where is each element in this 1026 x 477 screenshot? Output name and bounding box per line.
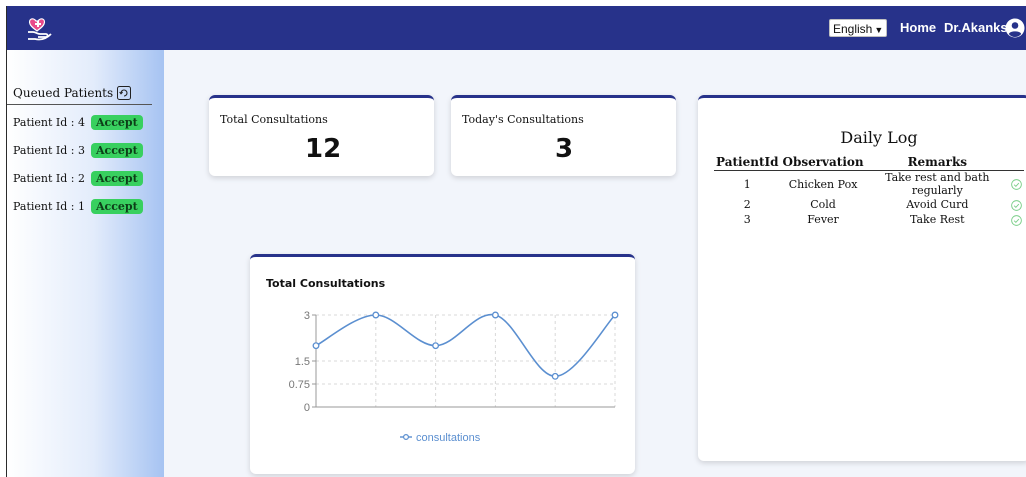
queued-patients-sidebar: Queued Patients Patient Id : 4 Accept Pa…: [7, 50, 164, 477]
remarks-cell: Take rest and bath regularly: [885, 171, 990, 197]
healthcare-hand-heart-logo-icon[interactable]: [25, 12, 55, 42]
column-header: Remarks: [865, 154, 1009, 171]
y-tick-label: 0: [304, 402, 310, 414]
accept-button[interactable]: Accept: [91, 143, 143, 158]
check-circle-icon[interactable]: [1011, 199, 1022, 211]
accept-button[interactable]: Accept: [91, 199, 143, 214]
remarks-cell: Take Rest: [910, 213, 965, 226]
table-row: 2 Cold Avoid Curd: [714, 197, 1024, 212]
home-link[interactable]: Home: [900, 20, 936, 35]
legend-marker: [403, 434, 410, 441]
patient-id-label: Patient Id : 1: [13, 200, 85, 213]
consultations-line-chart: 0 0.75 1.5 3 consultations: [289, 310, 619, 444]
accept-button[interactable]: Accept: [91, 171, 143, 186]
queued-patient-item: Patient Id : 3 Accept: [13, 143, 143, 158]
check-circle-icon[interactable]: [1011, 179, 1022, 190]
total-consultations-card: Total Consultations 12: [209, 95, 434, 176]
check-circle-icon[interactable]: [1011, 214, 1022, 226]
daily-log-title: Daily Log: [840, 128, 918, 147]
consultations-chart-card: Total Consultations 0 0.75 1.5 3 consultatio…: [250, 254, 635, 474]
data-point: [312, 342, 320, 350]
language-select[interactable]: English ▼: [829, 19, 888, 37]
table-row: 3 Fever Take Rest: [714, 212, 1024, 227]
queued-patient-item: Patient Id : 2 Accept: [13, 171, 143, 186]
sidebar-divider: [7, 104, 152, 105]
y-tick-label: 0.75: [289, 379, 310, 391]
todays-consultations-value: 3: [555, 134, 574, 164]
queued-patient-item: Patient Id : 4 Accept: [13, 115, 143, 130]
user-avatar-icon[interactable]: [1005, 18, 1025, 38]
top-navbar: English ▼ Home Dr.Akanksha: [7, 6, 1026, 50]
accept-button[interactable]: Accept: [91, 115, 143, 130]
y-tick-label: 1.5: [295, 356, 310, 368]
queued-patients-title: Queued Patients: [13, 86, 114, 100]
table-header-row: PatientId Observation Remarks: [714, 154, 1024, 171]
queued-patient-item: Patient Id : 1 Accept: [13, 199, 143, 214]
observation-cell: Chicken Pox: [788, 177, 858, 191]
patient-id-cell: 2: [743, 198, 751, 211]
patient-id-label: Patient Id : 4: [13, 116, 85, 129]
total-consultations-label: Total Consultations: [220, 113, 328, 126]
patient-id-cell: 1: [743, 177, 751, 191]
observation-cell: Cold: [810, 198, 836, 211]
observation-cell: Fever: [807, 213, 839, 226]
column-header: Observation: [780, 154, 866, 171]
daily-log-table: PatientId Observation Remarks 1 Chicken …: [714, 154, 1024, 227]
daily-log-card: Daily Log PatientId Observation Remarks …: [698, 95, 1026, 461]
patient-id-label: Patient Id : 3: [13, 144, 85, 157]
refresh-icon[interactable]: [117, 86, 132, 100]
data-point: [491, 311, 499, 319]
column-header: PatientId: [714, 154, 781, 171]
chevron-down-icon: ▼: [874, 25, 884, 35]
legend-label: consultations: [416, 432, 481, 444]
app-window: English ▼ Home Dr.Akanksha Queued Patient…: [6, 6, 1026, 477]
todays-consultations-card: Today's Consultations 3: [451, 95, 676, 176]
patient-id-cell: 3: [743, 213, 751, 226]
table-row: 1 Chicken Pox Take rest and bath regular…: [714, 171, 1024, 197]
patient-id-label: Patient Id : 2: [13, 172, 85, 185]
data-point: [372, 311, 380, 319]
todays-consultations-label: Today's Consultations: [462, 113, 584, 126]
data-point: [611, 311, 619, 319]
data-point: [432, 342, 440, 350]
remarks-cell: Avoid Curd: [906, 198, 969, 211]
queued-patients-header: Queued Patients: [13, 86, 132, 100]
y-tick-label: 3: [304, 310, 310, 322]
series-line-consultations: [315, 313, 616, 378]
total-consultations-value: 12: [305, 134, 342, 164]
data-point: [551, 372, 559, 380]
language-value: English: [833, 22, 873, 36]
